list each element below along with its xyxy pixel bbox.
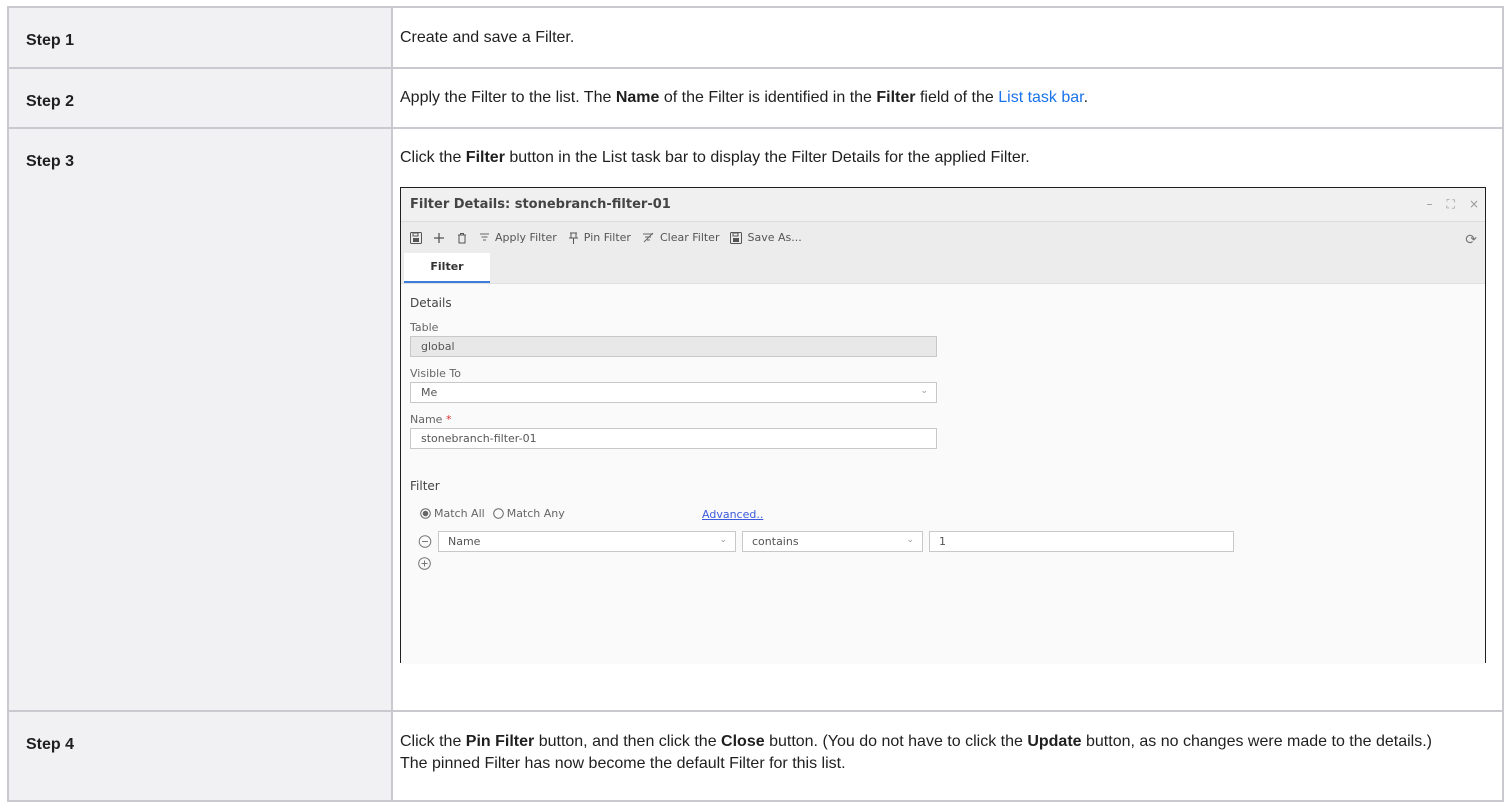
- trash-icon: [458, 232, 466, 243]
- text-run: field of the: [915, 89, 999, 106]
- save-as-button[interactable]: Save As...: [730, 231, 802, 244]
- text-run: of the Filter is identified in the: [659, 89, 877, 106]
- text-run: Apply the Filter to the list. The: [400, 89, 616, 106]
- advanced-link[interactable]: Advanced..: [702, 508, 763, 521]
- step-text: Apply the Filter to the list. The Name o…: [391, 67, 1504, 129]
- steps-table: Step 1 Create and save a Filter. Step 2 …: [7, 6, 1504, 802]
- emphasis-text: Update: [1027, 733, 1082, 750]
- visible-to-select[interactable]: Me ⌄: [410, 382, 937, 403]
- filter-details-dialog: Filter Details: stonebranch-filter-01 – …: [400, 187, 1486, 664]
- close-icon[interactable]: ×: [1469, 197, 1479, 212]
- step-row: Step 1 Create and save a Filter.: [7, 6, 1504, 69]
- text-run: Click the: [400, 733, 466, 750]
- text-run: button, and then click the: [534, 733, 722, 750]
- window-controls: – ⛶ ×: [1427, 197, 1479, 212]
- match-options: Match All Match Any: [420, 507, 565, 520]
- match-all-radio[interactable]: Match All: [420, 507, 485, 520]
- visible-to-label: Visible To: [410, 367, 462, 380]
- step-text: Click the Pin Filter button, and then cl…: [391, 710, 1504, 802]
- chevron-down-icon: ⌄: [719, 535, 727, 545]
- condition-field-select[interactable]: Name ⌄: [438, 531, 736, 552]
- name-field[interactable]: stonebranch-filter-01: [410, 428, 937, 449]
- step-label: Step 3: [7, 127, 393, 712]
- text-run: button. (You do not have to click the: [764, 733, 1028, 750]
- step-row: Step 4 Click the Pin Filter button, and …: [7, 710, 1504, 802]
- step-row: Step 3 Click the Filter button in the Li…: [7, 127, 1504, 712]
- chevron-down-icon: ⌄: [920, 386, 928, 396]
- radio-selected-icon: [420, 508, 431, 519]
- step-label: Step 4: [7, 710, 393, 802]
- step-text: Click the Filter button in the List task…: [400, 147, 1502, 169]
- minimize-icon[interactable]: –: [1427, 197, 1433, 212]
- text-run: Create and save a Filter.: [400, 29, 575, 46]
- apply-filter-button[interactable]: Apply Filter: [479, 231, 557, 244]
- refresh-icon[interactable]: ⟳: [1465, 232, 1477, 248]
- clear-filter-button[interactable]: Clear Filter: [642, 231, 719, 244]
- details-section-title: Details: [410, 296, 452, 310]
- step-label: Step 2: [7, 67, 393, 129]
- step-label: Step 1: [7, 6, 393, 69]
- emphasis-text: Name: [615, 89, 660, 106]
- condition-value-field[interactable]: 1: [929, 531, 1234, 552]
- condition-operator-select[interactable]: contains ⌄: [742, 531, 923, 552]
- plus-icon: [434, 232, 444, 243]
- emphasis-text: Pin Filter: [465, 733, 535, 750]
- save-button[interactable]: [410, 231, 422, 244]
- required-mark: *: [445, 413, 452, 426]
- match-any-radio[interactable]: Match Any: [492, 507, 565, 520]
- remove-condition-icon[interactable]: [418, 535, 432, 548]
- new-button[interactable]: [433, 232, 445, 244]
- step-text: Create and save a Filter.: [391, 6, 1504, 69]
- save-icon: [410, 231, 422, 244]
- save-as-icon: [730, 231, 743, 244]
- clear-filter-icon: [642, 232, 654, 243]
- text-run: Click the: [400, 149, 466, 166]
- pin-filter-button[interactable]: Pin Filter: [568, 231, 631, 244]
- emphasis-text: Filter: [876, 89, 916, 106]
- filter-section-title: Filter: [410, 479, 440, 493]
- delete-button[interactable]: [456, 232, 468, 244]
- table-label: Table: [410, 321, 439, 334]
- emphasis-text: Filter: [465, 149, 505, 166]
- dialog-title: Filter Details: stonebranch-filter-01: [410, 197, 671, 212]
- chevron-down-icon: ⌄: [906, 535, 914, 545]
- list-task-bar-link[interactable]: List task bar: [998, 89, 1083, 106]
- step-row: Step 2 Apply the Filter to the list. The…: [7, 67, 1504, 129]
- pin-icon: [568, 232, 578, 244]
- text-run: button in the List task bar to display t…: [504, 149, 1030, 166]
- dialog-title-bar: Filter Details: stonebranch-filter-01: [401, 188, 1485, 222]
- add-condition-icon[interactable]: [418, 557, 431, 570]
- dialog-toolbar: Apply Filter Pin Filter Clear Filter Sav…: [401, 222, 1485, 253]
- text-run: .: [1083, 89, 1089, 106]
- maximize-icon[interactable]: ⛶: [1447, 197, 1455, 212]
- emphasis-text: Close: [721, 733, 765, 750]
- name-label: Name *: [410, 413, 452, 426]
- step-content: Click the Filter button in the List task…: [391, 127, 1504, 712]
- table-field: global: [410, 336, 937, 357]
- filter-condition-row: Name ⌄ contains ⌄ 1: [418, 531, 1234, 552]
- tab-filter[interactable]: Filter: [404, 253, 490, 283]
- filter-icon: [480, 233, 489, 241]
- dialog-body: Details Table global Visible To Me ⌄ Nam…: [401, 284, 1485, 664]
- dialog-tabs: Filter: [401, 253, 1485, 284]
- radio-empty-icon: [492, 508, 504, 519]
